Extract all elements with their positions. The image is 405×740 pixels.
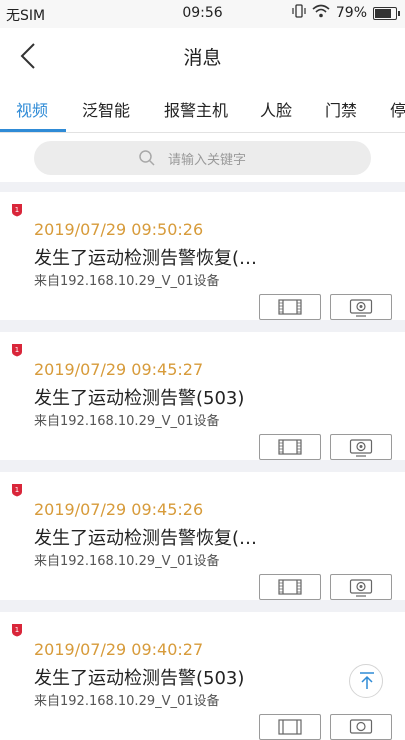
live-view-button[interactable] xyxy=(330,294,392,320)
badge-count: 1 xyxy=(15,626,19,634)
tab-smart[interactable]: 泛智能 xyxy=(82,97,130,121)
playback-button[interactable] xyxy=(259,294,321,320)
tab-access-control[interactable]: 门禁 xyxy=(325,97,357,121)
message-source: 来自192.168.10.29_V_01设备 xyxy=(34,274,220,289)
search-icon xyxy=(139,150,155,166)
live-view-button[interactable] xyxy=(330,434,392,460)
message-source: 来自192.168.10.29_V_01设备 xyxy=(34,694,220,709)
alert-badge-icon: 1 xyxy=(12,204,22,217)
message-title: 发生了运动检测告警恢复(… xyxy=(34,248,258,269)
badge-count: 1 xyxy=(15,206,19,214)
header: 消息 xyxy=(0,28,405,84)
playback-button[interactable] xyxy=(259,714,321,740)
status-bar: 无SIM 09:56 79% xyxy=(0,0,405,28)
category-tabs: 视频 泛智能 报警主机 人脸 门禁 停 xyxy=(0,84,405,133)
film-icon xyxy=(278,579,302,595)
film-icon xyxy=(278,299,302,315)
tab-parking[interactable]: 停 xyxy=(390,97,405,121)
alert-badge-icon: 1 xyxy=(12,344,22,357)
message-time: 2019/07/29 09:50:26 xyxy=(34,220,204,239)
message-source: 来自192.168.10.29_V_01设备 xyxy=(34,554,220,569)
message-time: 2019/07/29 09:45:27 xyxy=(34,360,204,379)
message-card[interactable]: 1 2019/07/29 09:45:27 发生了运动检测告警(503) 来自1… xyxy=(0,332,405,460)
tab-face[interactable]: 人脸 xyxy=(260,97,292,121)
scroll-top-button[interactable] xyxy=(349,664,383,698)
tab-indicator xyxy=(0,129,66,132)
vibrate-icon xyxy=(292,4,306,22)
battery-icon xyxy=(373,6,400,20)
message-source: 来自192.168.10.29_V_01设备 xyxy=(34,414,220,429)
page-title: 消息 xyxy=(183,47,222,69)
tab-video[interactable]: 视频 xyxy=(16,97,48,121)
message-title: 发生了运动检测告警恢复(… xyxy=(34,528,258,549)
alert-badge-icon: 1 xyxy=(12,484,22,497)
message-card[interactable]: 1 2019/07/29 09:50:26 发生了运动检测告警恢复(… 来自19… xyxy=(0,192,405,320)
alert-badge-icon: 1 xyxy=(12,624,22,637)
badge-count: 1 xyxy=(15,346,19,354)
film-icon xyxy=(278,719,302,735)
status-icons: 79% xyxy=(292,4,400,22)
film-icon xyxy=(278,439,302,455)
tab-alarm-host[interactable]: 报警主机 xyxy=(164,97,228,121)
monitor-icon xyxy=(349,299,373,317)
message-card[interactable]: 1 2019/07/29 09:45:26 发生了运动检测告警恢复(… 来自19… xyxy=(0,472,405,600)
message-time: 2019/07/29 09:40:27 xyxy=(34,640,204,659)
monitor-icon xyxy=(349,439,373,457)
message-title: 发生了运动检测告警(503) xyxy=(34,388,245,409)
message-title: 发生了运动检测告警(503) xyxy=(34,668,245,689)
live-view-button[interactable] xyxy=(330,714,392,740)
badge-count: 1 xyxy=(15,486,19,494)
search-input[interactable]: 请输入关键字 xyxy=(34,141,371,175)
live-view-button[interactable] xyxy=(330,574,392,600)
search-placeholder: 请输入关键字 xyxy=(168,153,247,168)
monitor-icon xyxy=(349,579,373,597)
wifi-icon xyxy=(312,4,330,22)
playback-button[interactable] xyxy=(259,434,321,460)
playback-button[interactable] xyxy=(259,574,321,600)
search-bar: 请输入关键字 xyxy=(0,133,405,182)
monitor-icon xyxy=(349,719,373,734)
message-time: 2019/07/29 09:45:26 xyxy=(34,500,204,519)
message-card[interactable]: 1 2019/07/29 09:40:27 发生了运动检测告警(503) 来自1… xyxy=(0,612,405,740)
arrow-up-icon xyxy=(360,672,374,689)
battery-percent: 79% xyxy=(335,5,367,21)
